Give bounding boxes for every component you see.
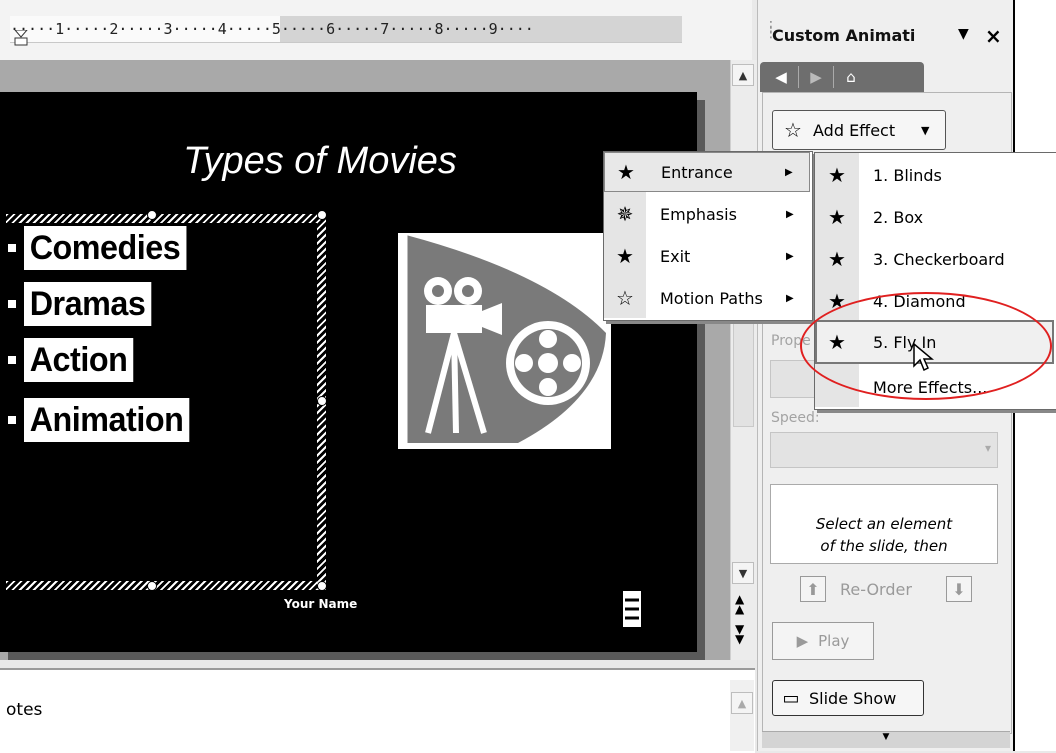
emphasis-star-icon: ✵ (616, 202, 634, 226)
exit-star-icon: ★ (616, 244, 634, 268)
reorder-label: Re-Order (840, 580, 912, 599)
pane-navigation-bar: ◀ ▶ ⌂ (760, 62, 924, 92)
resize-handle[interactable] (317, 581, 327, 591)
scrollbar-thumb[interactable] (733, 305, 754, 427)
menu-item-emphasis[interactable]: ✵ Emphasis ▶ (604, 194, 810, 234)
effect-label: 3. Checkerboard (873, 249, 1005, 269)
bullet-text: Action (24, 338, 134, 382)
chevron-down-icon: ▼ (921, 123, 930, 137)
submenu-arrow-icon: ▶ (786, 292, 794, 304)
instruction-line: of the slide, then (820, 537, 948, 555)
slide-title[interactable]: Types of Movies (130, 140, 510, 183)
chevron-down-icon: ▾ (984, 441, 991, 455)
submenu-arrow-icon: ▶ (786, 250, 794, 262)
slide-footer-name: Your Name (284, 597, 358, 611)
add-effect-star-icon: ☆ (784, 118, 802, 142)
bullet-icon (8, 300, 16, 308)
submenu-arrow-icon: ▶ (786, 208, 794, 220)
menu-item-entrance[interactable]: ★ Entrance ▶ (604, 152, 810, 192)
bullet-icon (8, 356, 16, 364)
motion-path-star-icon: ☆ (616, 286, 634, 310)
resize-handle[interactable] (147, 210, 157, 220)
scroll-up-button[interactable]: ▲ (732, 64, 754, 86)
notes-page-icon (622, 590, 642, 628)
mouse-pointer-icon (912, 342, 935, 376)
animation-list-box[interactable]: Select an element of the slide, then (770, 484, 998, 564)
add-effect-button[interactable]: ☆ Add Effect ▼ (772, 110, 946, 150)
forward-icon[interactable]: ▶ (799, 66, 834, 88)
bullet-item[interactable]: Action (8, 336, 139, 384)
close-icon[interactable]: × (985, 24, 1002, 48)
effect-label: 2. Box (873, 207, 924, 227)
menu-item-label: Entrance (661, 162, 733, 182)
effect-box[interactable]: ★ 2. Box (815, 196, 1055, 238)
menu-item-label: Exit (660, 246, 691, 266)
bullet-item[interactable]: Dramas (8, 280, 158, 328)
entrance-star-icon: ★ (617, 160, 635, 184)
bullet-icon (8, 416, 16, 424)
play-button[interactable]: ▶ Play (772, 622, 874, 660)
bullet-icon (8, 244, 16, 252)
menu-item-label: Motion Paths (660, 288, 763, 308)
ruler-numbers: ·····1·····2·····3·····4·····5·····6····… (10, 20, 534, 38)
pane-menu-dropdown-icon[interactable]: ▼ (958, 26, 969, 42)
effect-checkerboard[interactable]: ★ 3. Checkerboard (815, 238, 1055, 280)
back-icon[interactable]: ◀ (764, 66, 799, 88)
indent-marker-icon[interactable] (13, 29, 29, 46)
blinds-icon: ★ (828, 163, 846, 187)
menu-item-motion-paths[interactable]: ☆ Motion Paths ▶ (604, 278, 810, 318)
speed-select[interactable]: ▾ (770, 432, 998, 468)
resize-handle[interactable] (147, 581, 157, 591)
effect-label: 1. Blinds (873, 165, 942, 185)
notes-pane[interactable] (0, 668, 755, 753)
add-effect-label: Add Effect (813, 120, 896, 140)
movie-camera-clipart-icon[interactable] (398, 233, 611, 449)
next-slide-icon[interactable]: ▼ ▼ (735, 623, 744, 645)
pane-title: Custom Animati (772, 26, 916, 45)
notes-scrollbar[interactable]: ▲ (730, 680, 754, 751)
bullet-item[interactable]: Animation (8, 396, 198, 444)
resize-handle[interactable] (317, 210, 327, 220)
reorder-down-button[interactable]: ⬇ (946, 576, 972, 602)
bullet-item[interactable]: Comedies (8, 224, 195, 272)
play-icon: ▶ (796, 632, 809, 650)
bullet-text: Comedies (24, 226, 186, 270)
play-label: Play (818, 632, 850, 650)
submenu-arrow-icon: ▶ (785, 166, 793, 178)
speed-label: Speed: (771, 410, 820, 426)
bullet-text: Animation (24, 398, 190, 442)
notes-placeholder-text: otes (6, 700, 43, 720)
resize-handle[interactable] (317, 396, 327, 406)
bullet-text: Dramas (24, 282, 152, 326)
checkerboard-icon: ★ (828, 247, 846, 271)
notes-scroll-up-button[interactable]: ▲ (731, 692, 753, 714)
slide-show-label: Slide Show (809, 688, 897, 708)
previous-slide-icon[interactable]: ▲ ▲ (735, 593, 744, 615)
pane-scroll-down-button[interactable]: ▼ (762, 731, 1010, 748)
reorder-up-button[interactable]: ⬆ (800, 576, 826, 602)
menu-item-label: Emphasis (660, 204, 737, 224)
scroll-down-button[interactable]: ▼ (732, 562, 754, 584)
home-icon[interactable]: ⌂ (834, 66, 868, 88)
menu-item-exit[interactable]: ★ Exit ▶ (604, 236, 810, 276)
instruction-line: Select an element (815, 515, 953, 533)
slide-show-button[interactable]: ▭ Slide Show (772, 680, 924, 716)
box-icon: ★ (828, 205, 846, 229)
effect-blinds[interactable]: ★ 1. Blinds (815, 154, 1055, 196)
slide-show-icon: ▭ (782, 687, 800, 709)
